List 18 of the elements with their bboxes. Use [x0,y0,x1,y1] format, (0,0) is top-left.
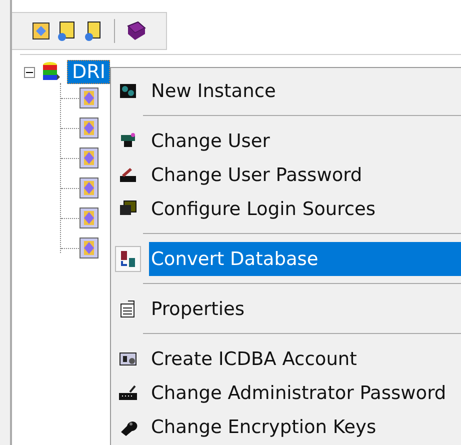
instance-icon[interactable] [79,87,99,109]
instance-icon[interactable] [79,147,99,169]
menu-item[interactable]: New Instance [149,74,461,108]
instance-icon[interactable] [79,117,99,139]
convert-icon [115,246,141,272]
menu-item[interactable]: Create ICDBA Account [149,342,461,376]
menu-item[interactable]: Change User Password [149,158,461,192]
instance-icon[interactable] [79,237,99,259]
tree-node-label[interactable]: DRI [67,60,110,84]
instance-icon[interactable] [79,177,99,199]
instance-icon[interactable] [79,207,99,229]
menu-item[interactable]: Properties [149,292,461,326]
menu-item[interactable]: Configure Login Sources [149,192,461,226]
collapse-icon[interactable] [24,66,35,78]
menu-item[interactable]: Change Encryption Keys [149,410,461,444]
menu-item[interactable]: Change User [149,124,461,158]
menu-item[interactable]: Change Administrator Password [149,376,461,410]
menu-item[interactable]: Convert Database [149,242,461,276]
